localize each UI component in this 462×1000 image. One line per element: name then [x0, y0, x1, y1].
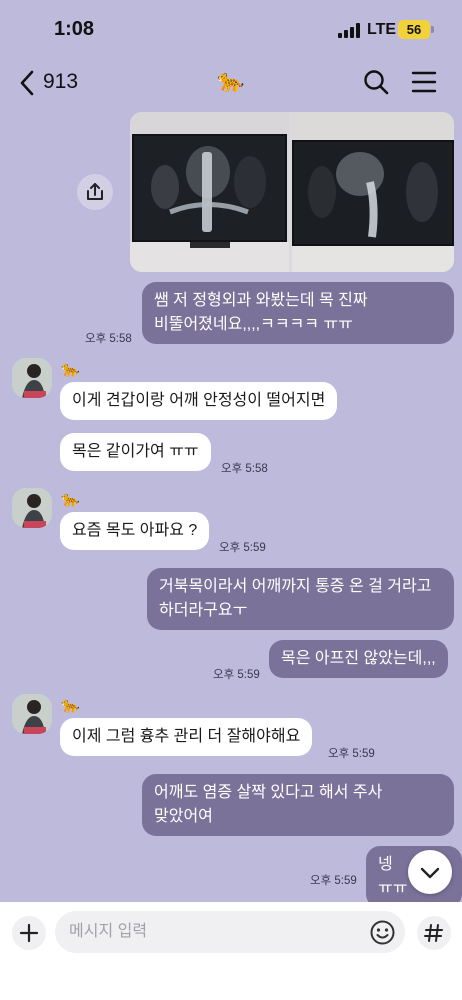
scroll-to-bottom-button[interactable] [408, 850, 452, 894]
my-message-bubble[interactable]: 어깨도 염증 살짝 있다고 해서 주사 맞았어여 [142, 774, 454, 836]
chat-member-count[interactable]: 913 [43, 70, 78, 94]
battery-icon: 56 [398, 20, 430, 39]
message-time: 오후 5:59 [310, 875, 357, 887]
message-time: 오후 5:59 [213, 669, 260, 681]
message-time: 오후 5:59 [328, 748, 375, 760]
their-message-bubble[interactable]: 요즘 목도 아파요 ? [60, 512, 210, 550]
avatar[interactable] [12, 488, 52, 528]
hamburger-menu-icon[interactable] [411, 70, 437, 94]
emoji-icon [370, 920, 395, 945]
message-input-bar [0, 902, 462, 1000]
photo-message[interactable] [130, 112, 454, 272]
battery-tip [431, 26, 434, 33]
my-message-bubble[interactable]: 목은 아프진 않았는데,,, [269, 640, 448, 678]
xray-photo-side[interactable] [292, 112, 454, 272]
message-time: 오후 5:58 [85, 333, 132, 345]
message-time: 오후 5:59 [219, 542, 266, 554]
their-message-bubble[interactable]: 이제 그럼 흉추 관리 더 잘해야해요 [60, 718, 313, 756]
chevron-left-icon[interactable] [16, 68, 40, 98]
chat-room-title: 🐆 [217, 68, 245, 93]
my-message-bubble[interactable]: 거북목이라서 어깨까지 통증 온 걸 거라고 하더라구요ㅜ [147, 568, 454, 630]
chat-header: 913 🐆 [0, 60, 462, 106]
search-icon[interactable] [362, 68, 390, 96]
their-message-bubble[interactable]: 이게 견갑이랑 어깨 안정성이 떨어지면 [60, 382, 338, 420]
message-input[interactable] [55, 911, 405, 953]
attach-button[interactable] [12, 916, 46, 950]
avatar[interactable] [12, 358, 52, 398]
signal-strength-icon [338, 23, 362, 38]
share-icon [87, 183, 103, 200]
their-message-bubble[interactable]: 목은 같이가여 ㅠㅠ [60, 433, 211, 471]
xray-photo-front[interactable] [130, 112, 289, 272]
status-time: 1:08 [54, 18, 95, 40]
sender-name: 🐆 [61, 361, 80, 378]
chevron-down-icon [420, 867, 440, 879]
sender-name: 🐆 [61, 491, 80, 508]
network-type: LTE [367, 21, 397, 38]
avatar[interactable] [12, 694, 52, 734]
emoji-button[interactable] [369, 919, 396, 946]
hash-icon [424, 924, 443, 942]
status-bar: 1:08 LTE 56 [0, 0, 462, 60]
sender-name: 🐆 [61, 697, 80, 714]
my-message-bubble[interactable]: 쌤 저 정형외과 와봤는데 목 진짜 비뚤어졌네요,,,,ㅋㅋㅋㅋ ㅠㅠ [142, 282, 454, 344]
message-time: 오후 5:58 [221, 463, 268, 475]
share-button[interactable] [77, 174, 113, 210]
plus-icon [19, 923, 39, 943]
hashtag-button[interactable] [417, 916, 451, 950]
